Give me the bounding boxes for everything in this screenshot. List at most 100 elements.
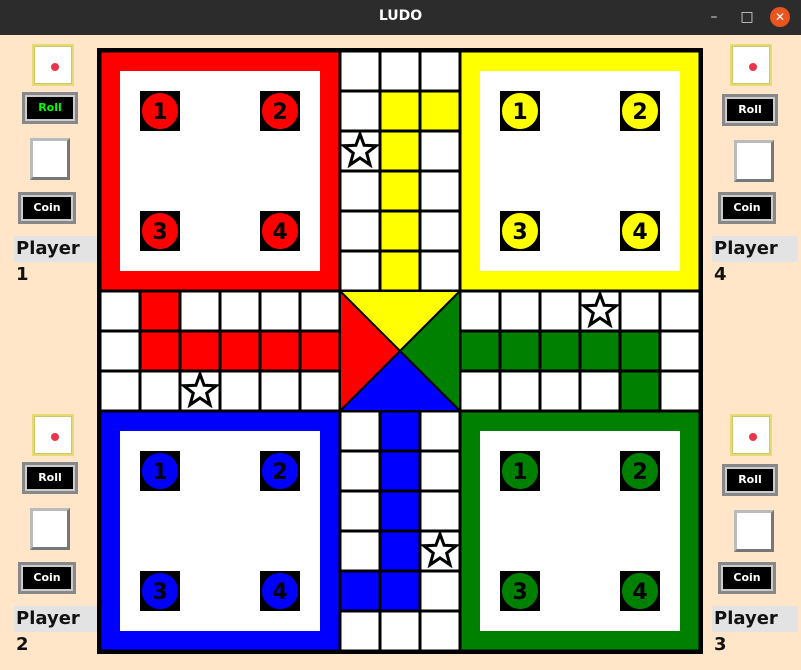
token-number: 1 [512, 460, 527, 485]
board-cell [498, 289, 542, 333]
board-cell [538, 329, 582, 373]
board-cell [418, 209, 462, 253]
board-cell [378, 49, 422, 93]
board-cell [98, 329, 142, 373]
board-cell [178, 289, 222, 333]
board-cell [418, 169, 462, 213]
board-cell [378, 609, 422, 653]
board-cell [658, 369, 702, 413]
roll-button[interactable]: Roll [22, 462, 78, 494]
player-3-panel: Roll Coin Player 3 [708, 410, 798, 670]
board-cell [258, 369, 302, 413]
board-cell [98, 289, 142, 333]
roll-button[interactable]: Roll [22, 92, 78, 124]
token-number: 4 [632, 580, 647, 605]
board-cell [298, 329, 342, 373]
token-number: 1 [152, 100, 167, 125]
title-bar: LUDO – □ ✕ [0, 0, 801, 35]
token-number: 2 [632, 100, 647, 125]
roll-button[interactable]: Roll [722, 94, 778, 126]
dice-icon [32, 414, 74, 456]
board-cell [338, 409, 382, 453]
board-cell [338, 609, 382, 653]
coin-button[interactable]: Coin [718, 562, 776, 594]
board-cell [218, 289, 262, 333]
board-cell [498, 369, 542, 413]
board-cell [378, 249, 422, 293]
board-cell [618, 369, 662, 413]
board-cell [418, 489, 462, 533]
board-cell [378, 409, 422, 453]
player-label: Player 2 [14, 606, 100, 655]
token-number: 3 [152, 220, 167, 245]
board-cell [338, 489, 382, 533]
player-label: Player 3 [712, 606, 798, 655]
coin-box [734, 510, 774, 552]
board-cell [378, 209, 422, 253]
board-cell [138, 369, 182, 413]
board-cell [458, 369, 502, 413]
dice-icon [730, 414, 772, 456]
board-cell [418, 409, 462, 453]
board-cell [418, 249, 462, 293]
board-cell [418, 609, 462, 653]
board-cell [338, 249, 382, 293]
coin-box [30, 138, 70, 180]
board-cell [618, 329, 662, 373]
board-cell [378, 489, 422, 533]
board-cell [418, 89, 462, 133]
board-cell [418, 569, 462, 613]
coin-button[interactable]: Coin [18, 192, 76, 224]
close-icon[interactable]: ✕ [770, 7, 790, 27]
coin-box [30, 508, 70, 550]
board-cell [338, 89, 382, 133]
board-cell [218, 369, 262, 413]
player-2-panel: Roll Coin Player 2 [10, 410, 100, 670]
board-cell [338, 569, 382, 613]
board-cell [138, 289, 182, 333]
token-number: 2 [272, 460, 287, 485]
token-number: 1 [152, 460, 167, 485]
board-cell [338, 49, 382, 93]
board-cell [338, 169, 382, 213]
token-number: 3 [512, 580, 527, 605]
token-number: 2 [272, 100, 287, 125]
board-cell [458, 329, 502, 373]
player-label: Player 4 [712, 236, 798, 285]
board-cell [338, 449, 382, 493]
board-cell [418, 49, 462, 93]
board-cell [378, 449, 422, 493]
board-cell [538, 289, 582, 333]
board-cell [378, 529, 422, 573]
board-cell [418, 129, 462, 173]
board-cell [98, 369, 142, 413]
board-cell [378, 89, 422, 133]
player-label: Player 1 [14, 236, 100, 285]
maximize-icon[interactable]: □ [737, 7, 757, 27]
board-cell [578, 369, 622, 413]
board-cell [258, 329, 302, 373]
minimize-icon[interactable]: – [704, 7, 724, 27]
coin-button[interactable]: Coin [718, 192, 776, 224]
token-number: 3 [152, 580, 167, 605]
board-cell [658, 329, 702, 373]
board-cell [338, 529, 382, 573]
board-cell [178, 329, 222, 373]
board-cell [378, 169, 422, 213]
board-cell [378, 569, 422, 613]
token-number: 1 [512, 100, 527, 125]
coin-button[interactable]: Coin [18, 562, 76, 594]
board-cell [538, 369, 582, 413]
player-4-panel: Roll Coin Player 4 [708, 40, 798, 300]
board-cell [498, 329, 542, 373]
board-cell [418, 449, 462, 493]
board-cell [458, 289, 502, 333]
token-number: 4 [272, 580, 287, 605]
window-title: LUDO [378, 8, 423, 24]
roll-button[interactable]: Roll [722, 464, 778, 496]
board-cell [298, 289, 342, 333]
board-canvas: 1 2 3 4 1 2 3 4 1 2 3 4 1 2 3 4 [97, 48, 703, 654]
board-cell [618, 289, 662, 333]
dice-icon [730, 44, 772, 86]
board-cell [378, 129, 422, 173]
